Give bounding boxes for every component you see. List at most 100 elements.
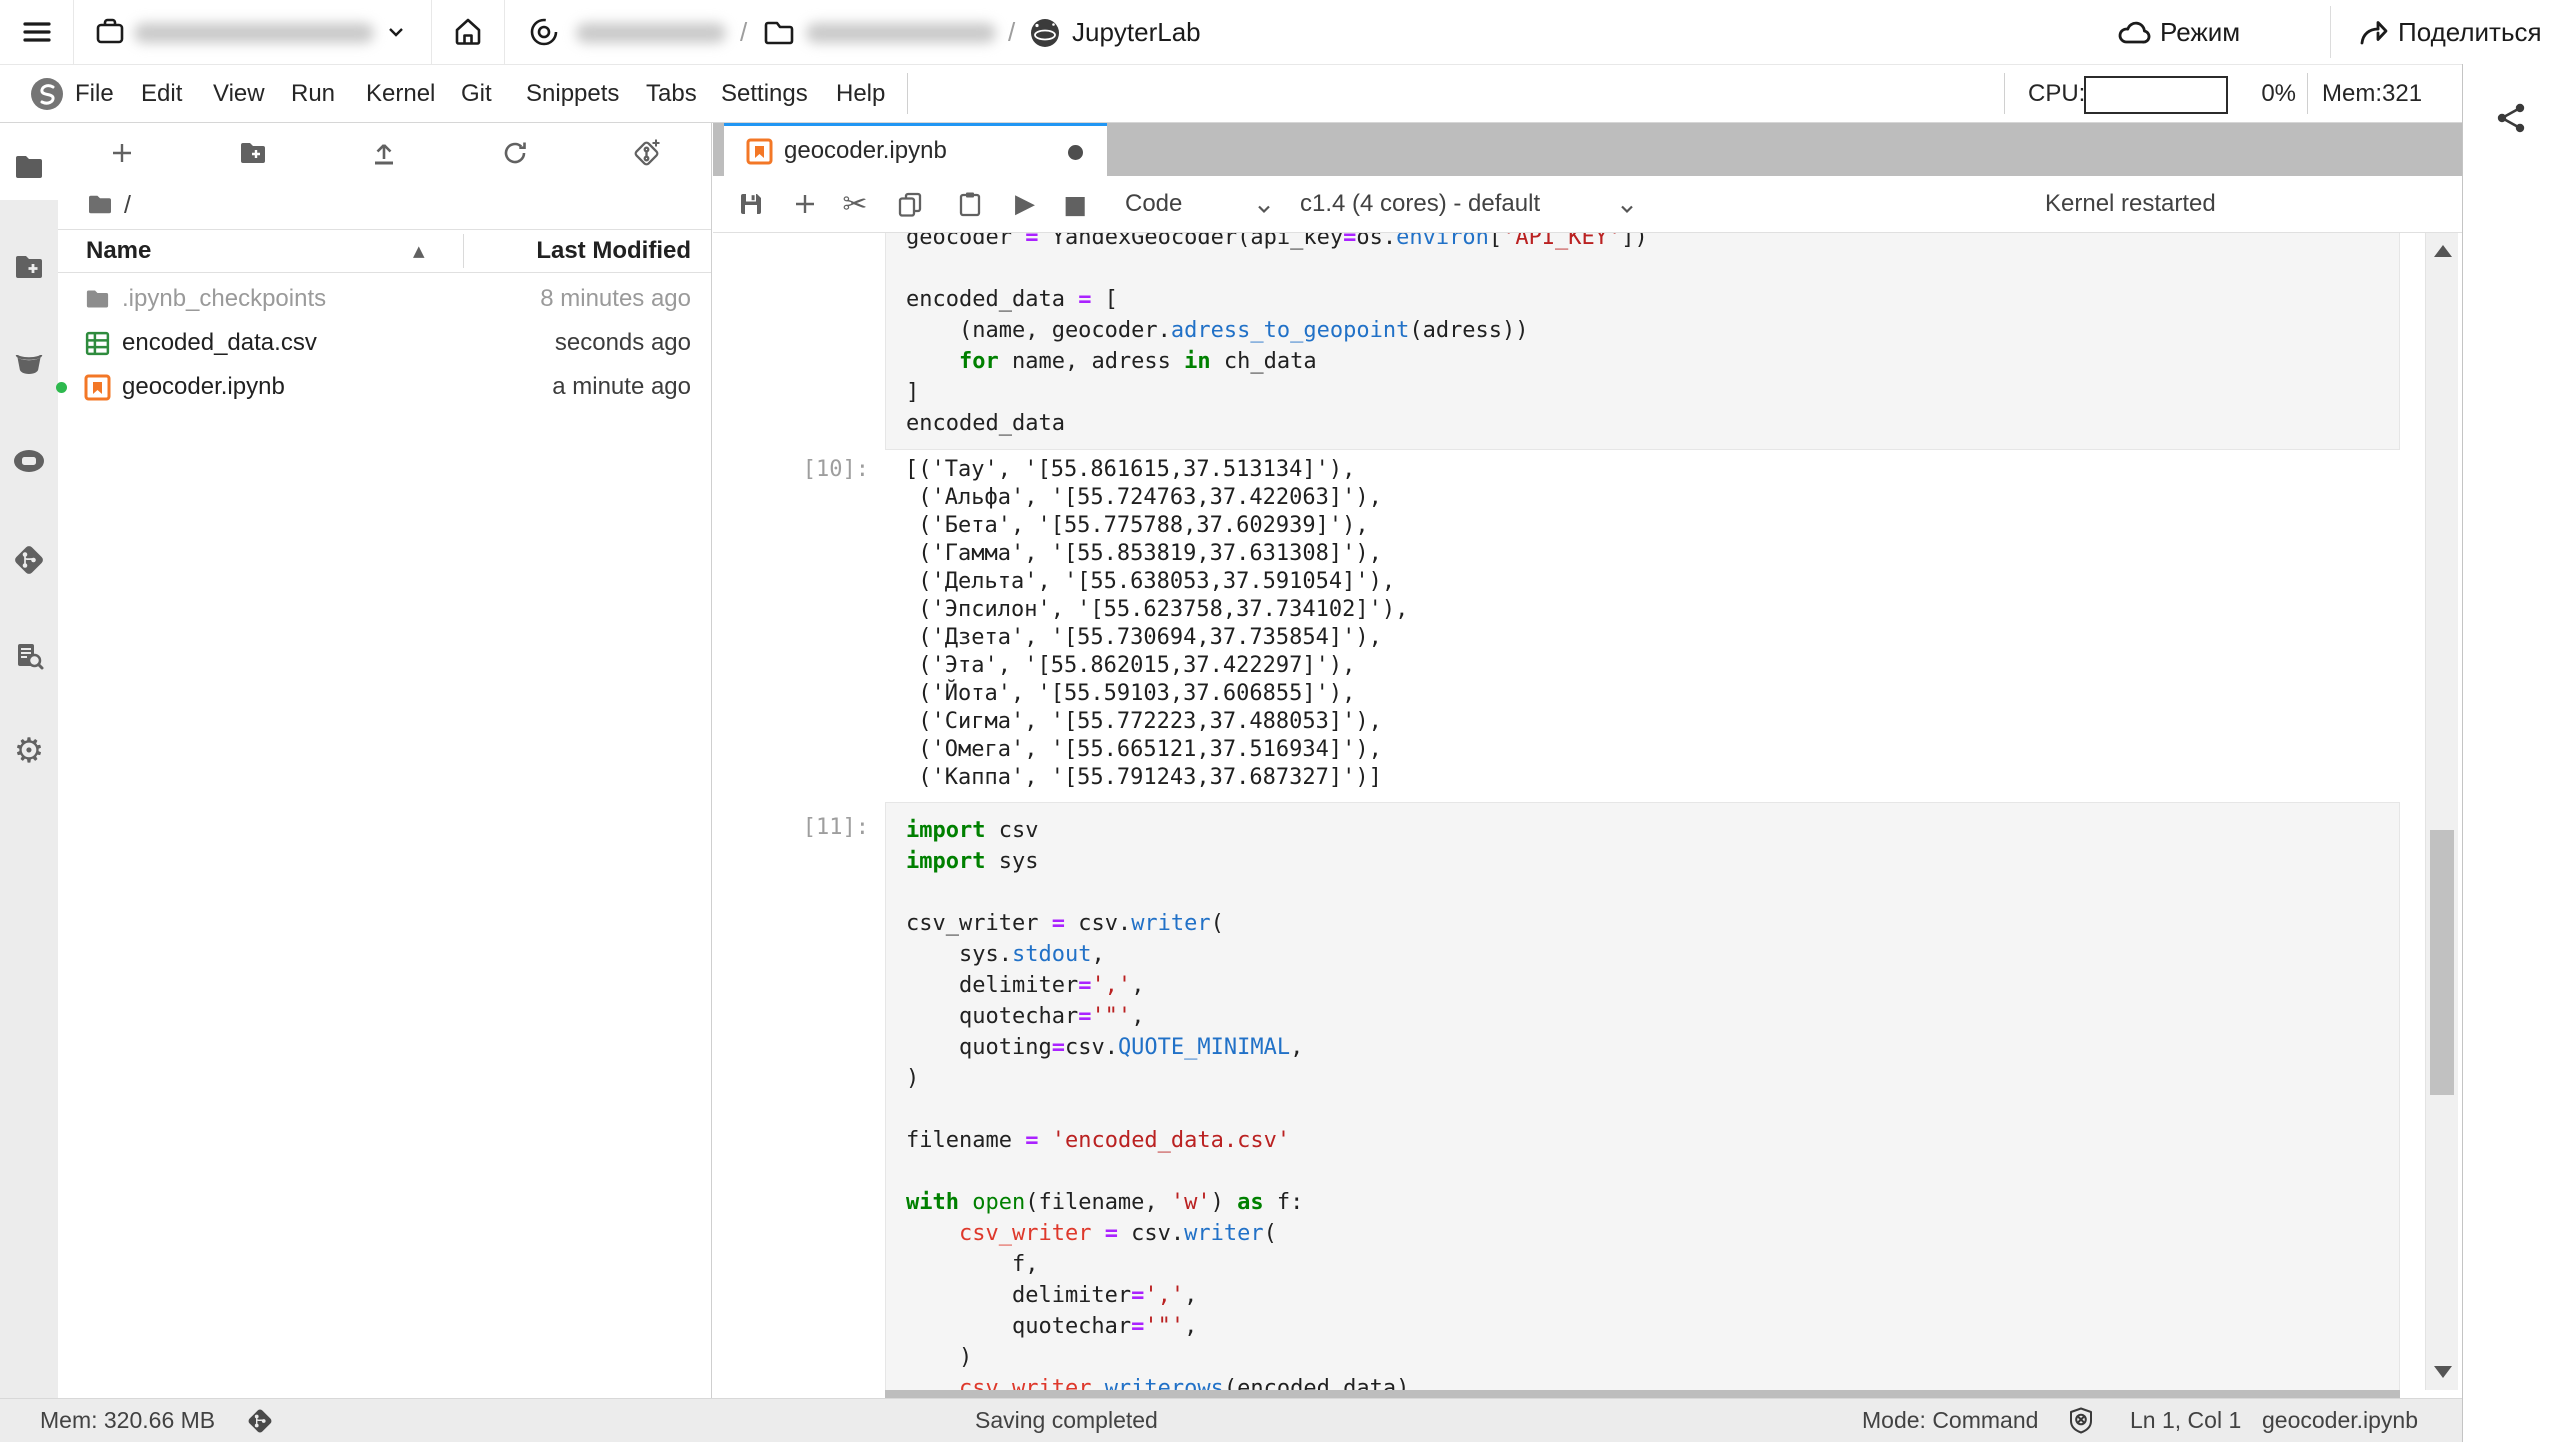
code-cell-partial[interactable]: geocoder = YandexGeocoder(api_key=os.env… (885, 233, 2400, 450)
file-browser-icon[interactable] (13, 151, 45, 183)
tab-geocoder-ipynb[interactable]: geocoder.ipynb (724, 123, 1107, 176)
save-button[interactable] (731, 184, 771, 224)
run-cell-button[interactable]: ▶ (1005, 184, 1045, 224)
running-kernel-dot (56, 382, 67, 393)
notebook-file-icon (746, 138, 773, 165)
redacted-project-name[interactable] (806, 23, 996, 43)
menu-edit[interactable]: Edit (141, 65, 182, 122)
notebook-content: geocoder = YandexGeocoder(api_key=os.env… (713, 233, 2425, 1390)
divider (431, 0, 432, 64)
menu-settings[interactable]: Settings (721, 65, 808, 122)
insert-cell-button[interactable] (785, 184, 825, 224)
chevron-down-icon (1255, 200, 1273, 218)
s3-bucket-icon[interactable] (13, 347, 45, 379)
refresh-button[interactable] (493, 131, 537, 175)
divider (2307, 73, 2308, 114)
vertical-scrollbar[interactable] (2425, 233, 2458, 1390)
redacted-community-name[interactable] (576, 23, 726, 43)
breadcrumb-separator: / (1008, 17, 1016, 47)
running-sessions-icon[interactable] (12, 446, 46, 476)
mem-indicator: Mem:321 MB (2322, 80, 2423, 164)
kernel-value: c1.4 (4 cores) - default (1300, 190, 1541, 217)
cpu-meter (2084, 76, 2228, 114)
file-name: .ipynb_checkpoints (122, 285, 327, 312)
menu-bar: File Edit View Run Kernel Git Snippets T… (0, 65, 2462, 164)
file-modified: seconds ago (554, 329, 691, 356)
cell-type-value: Code (1125, 190, 1183, 217)
command-mode-indicator[interactable]: Mode: Command (1862, 1399, 2038, 1442)
cursor-position[interactable]: Ln 1, Col 1 (2130, 1399, 2241, 1442)
paste-cells-button[interactable] (950, 184, 990, 224)
hamburger-menu-button[interactable] (20, 15, 54, 49)
new-launcher-button[interactable] (100, 131, 144, 175)
file-row-geocoder-ipynb[interactable]: geocoder.ipynb a minute ago (56, 365, 711, 409)
file-row-ipynb-checkpoints[interactable]: .ipynb_checkpoints 8 minutes ago (58, 277, 711, 321)
extensions-gear-icon[interactable]: ⚙ (14, 731, 44, 771)
cell-type-dropdown[interactable]: Code (1123, 176, 1303, 232)
notebook-toolbar: ✂ ▶ ■ Code c1.4 (4 cores) - default Kern… (713, 176, 2462, 233)
status-bar: Mem: 320.66 MB Saving completed Mode: Co… (0, 1398, 2462, 1442)
cloud-context-switcher[interactable] (90, 0, 420, 64)
notebook-file-icon (84, 374, 111, 401)
trust-shield-icon[interactable] (2066, 1406, 2096, 1436)
code-cell-11[interactable]: import csv import sys csv_writer = csv.wr… (885, 802, 2400, 1390)
file-list-header: Name ▲ Last Modified (58, 229, 711, 273)
share-button[interactable]: Поделиться (2352, 0, 2552, 64)
cpu-label: CPU: (2028, 80, 2086, 107)
file-row-encoded-data-csv[interactable]: encoded_data.csv seconds ago (58, 321, 711, 365)
kernel-status: Kernel restarted (2045, 190, 2216, 217)
cloud-icon (2116, 15, 2152, 51)
upload-button[interactable] (362, 131, 406, 175)
breadcrumb-folder-icon[interactable] (86, 191, 114, 219)
sort-asc-icon[interactable]: ▲ (413, 230, 425, 272)
git-icon[interactable] (12, 543, 46, 577)
jupyterlab-label: JupyterLab (1072, 17, 1201, 47)
cut-cells-button[interactable]: ✂ (835, 184, 875, 224)
unsaved-changes-dot[interactable] (1068, 145, 1083, 160)
briefcase-icon (92, 14, 128, 50)
divider (907, 73, 908, 114)
table-of-contents-search-icon[interactable] (13, 640, 45, 672)
serverless-mode-button[interactable]: Режим Serverless (2110, 0, 2310, 111)
panel-splitter[interactable] (710, 123, 713, 1398)
share-graph-icon[interactable] (2493, 100, 2529, 136)
git-clone-button[interactable] (624, 131, 668, 175)
new-folder-button[interactable] (231, 131, 275, 175)
menu-snippets[interactable]: Snippets (526, 65, 619, 122)
scroll-up-arrow-icon[interactable] (2434, 245, 2452, 257)
menu-file[interactable]: File (75, 65, 114, 122)
scroll-down-arrow-icon[interactable] (2434, 1366, 2452, 1378)
menu-tabs[interactable]: Tabs (646, 65, 697, 122)
scrollbar-thumb[interactable] (2430, 830, 2454, 1095)
stop-kernel-button[interactable]: ■ (1055, 184, 1095, 224)
divider (73, 0, 74, 64)
kernel-dropdown[interactable]: c1.4 (4 cores) - default (1298, 176, 1658, 232)
git-status-icon[interactable] (246, 1407, 274, 1435)
breadcrumb-root[interactable]: / (124, 183, 131, 227)
copy-cells-button[interactable] (890, 184, 930, 224)
menu-kernel[interactable]: Kernel (366, 65, 435, 122)
chevron-down-icon (1618, 200, 1636, 218)
modified-column-header[interactable]: Last Modified (536, 230, 691, 272)
csv-file-icon (84, 330, 111, 357)
tab-title: geocoder.ipynb (784, 137, 947, 164)
menu-help[interactable]: Help (836, 65, 885, 122)
menu-git[interactable]: Git (461, 65, 492, 122)
active-file-name[interactable]: geocoder.ipynb (2262, 1399, 2418, 1442)
menu-run[interactable]: Run (291, 65, 335, 122)
divider (2330, 6, 2331, 58)
output-prompt: [10]: (802, 457, 869, 482)
share-arrow-icon (2356, 15, 2392, 51)
file-modified: a minute ago (552, 373, 691, 400)
menu-view[interactable]: View (213, 65, 265, 122)
jupyterlab-logo-icon (1028, 16, 1062, 50)
horizontal-scrollbar[interactable] (885, 1390, 2400, 1398)
saving-status: Saving completed (975, 1407, 1158, 1433)
shared-folder-icon[interactable] (13, 251, 45, 283)
name-column-header[interactable]: Name (86, 230, 151, 272)
home-button[interactable] (450, 14, 486, 50)
home-icon (450, 14, 486, 50)
column-divider[interactable] (463, 234, 464, 268)
file-modified: 8 minutes ago (540, 285, 691, 312)
top-bar: / / JupyterLab Режим Serverless Поделить… (0, 0, 2562, 111)
